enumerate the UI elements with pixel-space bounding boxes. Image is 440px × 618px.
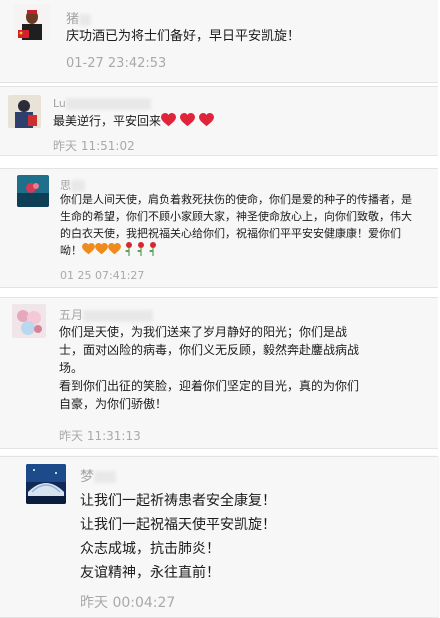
orange-heart-icon — [82, 243, 95, 255]
avatar[interactable] — [26, 464, 66, 504]
comment-text: 庆功酒已为将士们备好，早日平安凯旋！ — [66, 29, 301, 44]
rose-icon — [125, 242, 132, 256]
red-heart-icon — [179, 113, 195, 127]
comment-card: 猪 庆功酒已为将士们备好，早日平安凯旋！ 01-27 23:42:53 — [0, 0, 438, 83]
avatar[interactable] — [12, 304, 46, 338]
comment-card: 思 你们是人间天使，肩负着救死扶伤的使命，你们是爱的种子的传播者，是 生命的希望… — [0, 168, 438, 288]
rose-icon — [149, 242, 156, 256]
comment-card: Lu 最美逆行，平安回来 昨天 11:51:02 — [0, 86, 438, 156]
avatar[interactable] — [17, 175, 49, 207]
commenter-name[interactable]: 梦 — [80, 466, 116, 486]
red-heart-icon — [198, 113, 214, 127]
comment-text: 你们是人间天使，肩负着救死扶伤的使命，你们是爱的种子的传播者，是 生命的希望，你… — [60, 193, 412, 257]
comment-time: 昨天 11:31:13 — [59, 429, 141, 443]
commenter-name[interactable]: Lu — [53, 97, 151, 110]
comment-time: 昨天 00:04:27 — [80, 595, 176, 611]
comment-card: 五月 你们是天使，为我们送来了岁月静好的阳光；你们是战 士，面对凶险的病毒，你们… — [0, 297, 438, 449]
rose-icon — [137, 242, 144, 256]
commenter-name[interactable]: 猪 — [66, 8, 92, 27]
commenter-name[interactable]: 五月 — [59, 306, 154, 323]
comment-text: 你们是天使，为我们送来了岁月静好的阳光；你们是战 士，面对凶险的病毒，你们义无反… — [59, 325, 360, 411]
avatar[interactable] — [14, 4, 50, 40]
comment-card: 梦 让我们一起祈祷患者安全康复！ 让我们一起祝福天使平安凯旋！ 众志成城，抗击肺… — [0, 456, 438, 618]
red-heart-icon — [161, 113, 176, 127]
orange-heart-icon — [95, 243, 108, 255]
orange-heart-icon — [108, 243, 121, 255]
comment-time: 01 25 07:41:27 — [60, 269, 145, 282]
comment-feed: 猪 庆功酒已为将士们备好，早日平安凯旋！ 01-27 23:42:53 Lu 最… — [0, 0, 440, 618]
comment-time: 01-27 23:42:53 — [66, 56, 167, 71]
comment-time: 昨天 11:51:02 — [53, 139, 135, 153]
avatar[interactable] — [8, 95, 41, 128]
comment-text: 让我们一起祈祷患者安全康复！ 让我们一起祝福天使平安凯旋！ 众志成城，抗击肺炎！… — [80, 493, 276, 581]
comment-text: 最美逆行，平安回来 — [53, 112, 214, 131]
